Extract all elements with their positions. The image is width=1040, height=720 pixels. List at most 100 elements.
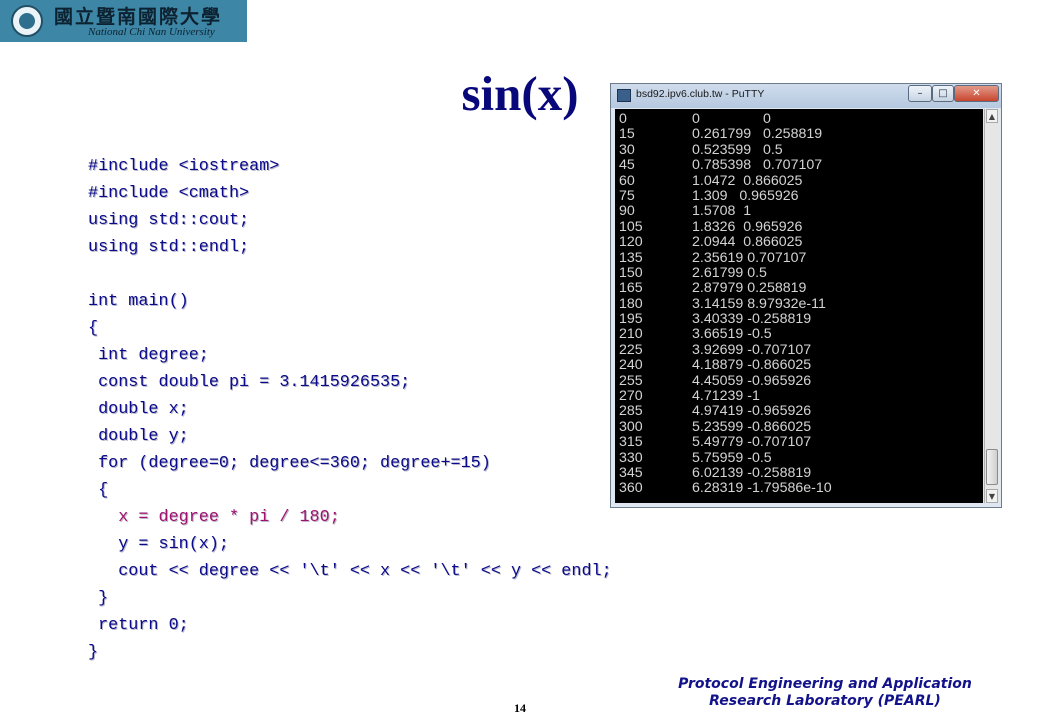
- terminal-degree: 315: [619, 434, 643, 451]
- terminal-degree: 225: [619, 341, 643, 358]
- terminal-values: 5.75959 -0.5: [692, 449, 772, 466]
- code-line: const double pi = 3.1415926535; const do…: [88, 369, 612, 396]
- terminal-row: 255 4.45059 -0.965926: [619, 372, 979, 389]
- terminal-values: 0 0: [692, 111, 771, 127]
- terminal-values: 3.66519 -0.5: [692, 326, 772, 343]
- lab-footer-line2: Research Laboratory (PEARL): [709, 693, 941, 709]
- terminal-degree: 300: [619, 418, 643, 435]
- terminal-values: 1.309 0.965926: [692, 187, 799, 204]
- code-line: x = degree * pi / 180; x = degree * pi /…: [88, 504, 612, 531]
- code-line: #include <iostream> #include <iostream>: [88, 153, 612, 180]
- terminal-row: 165 2.87979 0.258819: [619, 280, 979, 297]
- terminal-row: 195 3.40339 -0.258819: [619, 311, 979, 328]
- code-line: } }: [88, 585, 612, 612]
- code-line-shadow: {: [89, 482, 110, 501]
- terminal-row: 330 5.75959 -0.5: [619, 449, 979, 466]
- code-line-shadow: }: [89, 644, 100, 663]
- code-line-text: {: [88, 319, 99, 338]
- terminal-values: 3.14159 8.97932e-11: [692, 295, 826, 312]
- terminal-values: 2.35619 0.707107: [692, 249, 807, 266]
- code-line: for (degree=0; degree<=360; degree+=15) …: [88, 450, 612, 477]
- terminal-degree: 30: [619, 141, 635, 158]
- terminal-values: 3.40339 -0.258819: [692, 311, 812, 328]
- terminal-degree: 120: [619, 234, 643, 251]
- terminal-degree: 210: [619, 326, 643, 343]
- code-line: int degree; int degree;: [88, 342, 612, 369]
- scrollbar-thumb[interactable]: [986, 449, 998, 485]
- putty-icon: [617, 89, 631, 102]
- terminal-values: 4.45059 -0.965926: [692, 372, 812, 389]
- terminal-row: 360 6.28319 -1.79586e-10: [619, 480, 979, 497]
- scroll-up-icon[interactable]: ▲: [986, 109, 998, 123]
- code-line: using std::endl; using std::endl;: [88, 234, 612, 261]
- terminal-row: 315 5.49779 -0.707107: [619, 434, 979, 451]
- terminal-degree: 15: [619, 126, 635, 143]
- code-line: #include <cmath> #include <cmath>: [88, 180, 612, 207]
- terminal-screen[interactable]: 0 0 0 15 0.261799 0.258819 30 0.523599 0.5 45 0…: [615, 109, 983, 503]
- close-button[interactable]: ✕: [954, 85, 999, 102]
- terminal-values: 2.61799 0.5: [692, 264, 767, 281]
- university-logo: 國立暨南國際大學 National Chi Nan University: [0, 0, 247, 42]
- window-titlebar[interactable]: bsd92.ipv6.club.tw - PuTTY – □ ✕: [611, 84, 1001, 108]
- code-line: y = sin(x); y = sin(x);: [88, 531, 612, 558]
- terminal-values: 1.5708 1: [692, 203, 752, 220]
- lab-footer: Protocol Engineering and Application Res…: [650, 676, 1000, 710]
- terminal-degree: 360: [619, 480, 643, 497]
- terminal-row: 300 5.23599 -0.866025: [619, 418, 979, 435]
- terminal-row: 150 2.61799 0.5: [619, 264, 979, 281]
- terminal-values: 0.261799 0.258819: [692, 126, 823, 143]
- terminal-degree: 90: [619, 203, 635, 220]
- slide-title: sin(x): [461, 66, 579, 121]
- terminal-row: 105 1.8326 0.965926: [619, 218, 979, 235]
- code-line-text: double y;: [88, 427, 189, 446]
- scroll-down-icon[interactable]: ▼: [986, 489, 998, 503]
- code-listing: #include <iostream> #include <iostream> #i…: [88, 153, 613, 666]
- university-english-name: National Chi Nan University: [88, 26, 215, 38]
- code-line-text: const double pi = 3.1415926535;: [88, 373, 411, 392]
- terminal-values: 4.71239 -1: [692, 388, 760, 405]
- code-line: int main() int main(): [88, 288, 612, 315]
- code-line-text: #include <iostream>: [88, 157, 280, 176]
- terminal-values: 0.523599 0.5: [692, 141, 783, 158]
- terminal-degree: 135: [619, 249, 643, 266]
- terminal-values: 6.28319 -1.79586e-10: [692, 480, 832, 497]
- code-line-text: int main(): [88, 292, 189, 311]
- terminal-degree: 255: [619, 372, 643, 389]
- terminal-output: 0 0 0 15 0.261799 0.258819 30 0.523599 0.5 45 0…: [619, 111, 979, 497]
- code-line-text: for (degree=0; degree<=360; degree+=15): [88, 454, 491, 473]
- code-line-text: x = degree * pi / 180;: [88, 508, 340, 527]
- terminal-row: 120 2.0944 0.866025: [619, 234, 979, 251]
- putty-window[interactable]: bsd92.ipv6.club.tw - PuTTY – □ ✕ 00 0 15 0…: [610, 83, 1002, 508]
- minimize-button[interactable]: –: [908, 85, 932, 102]
- code-line: double x; double x;: [88, 396, 612, 423]
- code-line-text: return 0;: [88, 616, 189, 635]
- window-title: bsd92.ipv6.club.tw - PuTTY: [636, 88, 765, 100]
- terminal-values: 5.23599 -0.866025: [692, 418, 812, 435]
- maximize-button[interactable]: □: [932, 85, 954, 102]
- code-line: using std::cout; using std::cout;: [88, 207, 612, 234]
- terminal-degree: 75: [619, 187, 635, 204]
- lab-footer-line1: Protocol Engineering and Application: [678, 676, 972, 692]
- terminal-degree: 45: [619, 157, 635, 174]
- code-line-text: }: [88, 589, 109, 608]
- code-line-shadow: {: [89, 320, 100, 339]
- terminal-row: 270 4.71239 -1: [619, 388, 979, 405]
- terminal-row: 75 1.309 0.965926: [619, 187, 979, 204]
- terminal-row: 240 4.18879 -0.866025: [619, 357, 979, 373]
- terminal-values: 2.0944 0.866025: [692, 234, 803, 251]
- terminal-row: 225 3.92699 -0.707107: [619, 341, 979, 358]
- university-chinese-name: 國立暨南國際大學: [54, 6, 223, 28]
- code-line-text: double x;: [88, 400, 189, 419]
- terminal-row: 0 0 0: [619, 111, 979, 127]
- terminal-degree: 165: [619, 280, 643, 297]
- terminal-degree: 105: [619, 218, 643, 235]
- code-line-text: cout << degree << '\t' << x << '\t' << y…: [88, 562, 612, 581]
- vertical-scrollbar[interactable]: ▲ ▼: [984, 109, 999, 503]
- terminal-row: 135 2.35619 0.707107: [619, 249, 979, 266]
- page-number: 14: [514, 701, 526, 715]
- code-line: }}: [88, 639, 612, 666]
- terminal-row: 30 0.523599 0.5: [619, 141, 979, 158]
- university-emblem-icon: [11, 5, 43, 37]
- code-line: { {: [88, 477, 612, 504]
